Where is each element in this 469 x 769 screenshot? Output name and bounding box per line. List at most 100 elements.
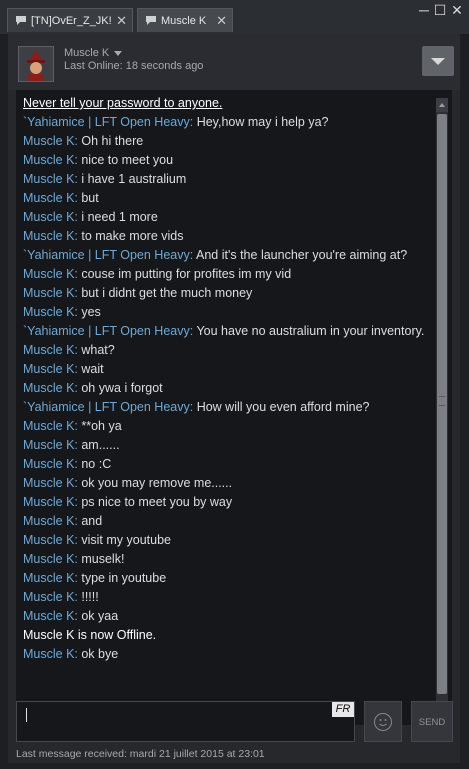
tab-overz[interactable]: [TN]OvEr_Z_JK! ✕ [7, 8, 133, 32]
message-sender[interactable]: Muscle K [23, 495, 74, 509]
chat-log: Never tell your password to anyone. `Yahi… [23, 94, 431, 664]
chat-options-button[interactable] [422, 46, 454, 76]
message-sender[interactable]: Muscle K [23, 609, 74, 623]
chat-message: `Yahiamice | LFT Open Heavy: How will yo… [23, 400, 370, 414]
friend-header: Muscle K Last Online: 18 seconds ago [8, 34, 460, 90]
tab-close-icon[interactable]: ✕ [216, 13, 227, 29]
message-sender[interactable]: Muscle K [23, 267, 74, 281]
message-sender[interactable]: Muscle K [23, 343, 74, 357]
message-text: !!!!! [81, 590, 99, 604]
message-sender[interactable]: Muscle K [23, 533, 74, 547]
minimize-button[interactable]: ─ [416, 2, 432, 18]
message-text: muselk! [81, 552, 125, 566]
message-text: How will you even afford mine? [196, 400, 370, 414]
chat-message: Muscle K: ps nice to meet you by way [23, 495, 233, 509]
message-sender[interactable]: Muscle K [23, 381, 74, 395]
message-text: wait [81, 362, 104, 376]
chat-message: Muscle K: nice to meet you [23, 153, 174, 167]
message-sender[interactable]: Muscle K [23, 134, 74, 148]
chat-window: Muscle K Last Online: 18 seconds ago Nev… [8, 34, 460, 763]
message-sender[interactable]: Muscle K [23, 305, 74, 319]
chat-message: Muscle K: but [23, 191, 99, 205]
message-sender[interactable]: Muscle K [23, 590, 74, 604]
message-sender[interactable]: `Yahiamice | LFT Open Heavy [23, 400, 190, 414]
message-sender[interactable]: Muscle K [23, 552, 74, 566]
scroll-up-icon[interactable] [436, 98, 448, 112]
avatar[interactable] [18, 46, 54, 82]
message-sender[interactable]: Muscle K [23, 286, 74, 300]
message-input[interactable] [16, 701, 355, 742]
message-sender[interactable]: Muscle K [23, 571, 74, 585]
chat-message: Muscle K: but i didnt get the much money [23, 286, 253, 300]
message-sender[interactable]: Muscle K [23, 210, 74, 224]
caret-down-icon [114, 50, 123, 56]
message-sender[interactable]: Muscle K [23, 514, 74, 528]
tab-label: [TN]OvEr_Z_JK! [31, 14, 112, 27]
message-text: what? [81, 343, 115, 357]
message-sender[interactable]: Muscle K [23, 191, 74, 205]
message-sender[interactable]: Muscle K [23, 229, 74, 243]
message-sender[interactable]: Muscle K [23, 476, 74, 490]
chat-message: Muscle K: oh ywa i forgot [23, 381, 163, 395]
avatar-image [19, 47, 53, 81]
message-text: yes [81, 305, 101, 319]
language-badge: FR [332, 702, 354, 717]
chat-message: `Yahiamice | LFT Open Heavy: And it's th… [23, 248, 408, 262]
message-text: ok you may remove me...... [81, 476, 233, 490]
scrollbar-thumb[interactable] [437, 114, 447, 694]
chat-bubble-icon [16, 16, 26, 25]
chat-message: Muscle K: !!!!! [23, 590, 99, 604]
message-text: and [81, 514, 103, 528]
message-sender[interactable]: Muscle K [23, 172, 74, 186]
message-text: ok yaa [81, 609, 119, 623]
window-titlebar: [TN]OvEr_Z_JK! ✕ Muscle K ✕ ─ ☐ ✕ [0, 0, 469, 34]
message-text: nice to meet you [81, 153, 174, 167]
chat-message: Muscle K: **oh ya [23, 419, 122, 433]
emoticon-button[interactable] [364, 701, 402, 742]
message-text: but i didnt get the much money [81, 286, 253, 300]
chat-message: Muscle K: wait [23, 362, 104, 376]
message-text: to make more vids [81, 229, 184, 243]
close-window-button[interactable]: ✕ [449, 2, 465, 19]
system-message-text: Never tell your password to anyone. [23, 96, 223, 110]
message-text: am...... [81, 438, 120, 452]
system-message: Muscle K is now Offline. [23, 626, 431, 645]
system-message-text: Muscle K is now Offline. [23, 628, 157, 642]
message-text: oh ywa i forgot [81, 381, 163, 395]
chat-message: Muscle K: what? [23, 343, 115, 357]
chat-scrollbar[interactable] [436, 98, 448, 726]
message-sender[interactable]: Muscle K [23, 362, 74, 376]
last-message-info: Last message received: mardi 21 juillet … [16, 748, 265, 760]
message-sender[interactable]: `Yahiamice | LFT Open Heavy [23, 324, 190, 338]
tab-close-icon[interactable]: ✕ [116, 13, 127, 29]
message-sender[interactable]: Muscle K [23, 438, 74, 452]
message-text: couse im putting for profites im my vid [81, 267, 292, 281]
chat-message: Muscle K: ok bye [23, 647, 119, 661]
message-text: You have no australium in your inventory… [196, 324, 425, 338]
message-sender[interactable]: Muscle K [23, 153, 74, 167]
tab-muscle-k[interactable]: Muscle K ✕ [137, 8, 233, 32]
send-button[interactable]: SEND [411, 701, 453, 742]
message-text: Hey,how may i help ya? [196, 115, 329, 129]
message-text: i need 1 more [81, 210, 158, 224]
message-text: i have 1 australium [81, 172, 187, 186]
chat-message: Muscle K: yes [23, 305, 101, 319]
chat-message: Muscle K: i have 1 australium [23, 172, 187, 186]
chat-message: Muscle K: to make more vids [23, 229, 184, 243]
chat-message: Muscle K: ok you may remove me...... [23, 476, 233, 490]
message-sender[interactable]: `Yahiamice | LFT Open Heavy [23, 248, 190, 262]
message-text: ps nice to meet you by way [81, 495, 233, 509]
message-text: Oh hi there [81, 134, 144, 148]
message-text: And it's the launcher you're aiming at? [196, 248, 408, 262]
chevron-down-icon [431, 58, 445, 65]
message-sender[interactable]: Muscle K [23, 457, 74, 471]
message-sender[interactable]: Muscle K [23, 647, 74, 661]
maximize-button[interactable]: ☐ [432, 2, 448, 19]
friend-name-dropdown[interactable]: Muscle K [64, 47, 123, 59]
friend-name: Muscle K [64, 47, 110, 59]
message-text: visit my youtube [81, 533, 171, 547]
system-message: Never tell your password to anyone. [23, 94, 431, 113]
chat-message: `Yahiamice | LFT Open Heavy: You have no… [23, 324, 425, 338]
message-sender[interactable]: `Yahiamice | LFT Open Heavy [23, 115, 190, 129]
message-sender[interactable]: Muscle K [23, 419, 74, 433]
